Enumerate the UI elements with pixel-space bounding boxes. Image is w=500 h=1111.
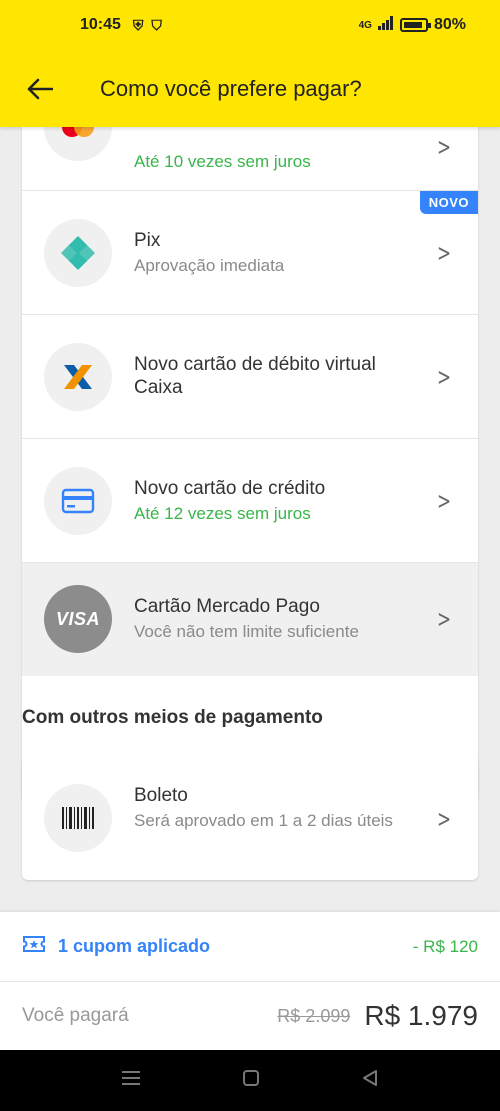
mastercard-icon [44, 127, 112, 161]
page-title: Como você prefere pagar? [100, 75, 362, 101]
payment-methods-card: Até 10 vezes sem juros > NOVO Pix Aprova… [22, 127, 478, 802]
payment-method-caixa[interactable]: Novo cartão de débito virtual Caixa > [22, 315, 478, 439]
total-label: Você pagará [22, 1005, 129, 1026]
coupon-row[interactable]: 1 cupom aplicado - R$ 120 [0, 912, 500, 982]
pix-icon [44, 219, 112, 287]
total-row: Você pagará R$ 2.099 R$ 1.979 [0, 982, 500, 1050]
chevron-right-icon: > [436, 239, 451, 267]
payment-method-mercado-pago-card[interactable]: VISA Cartão Mercado Pago Você não tem li… [22, 563, 478, 676]
method-title: Cartão Mercado Pago [134, 596, 320, 617]
chevron-right-icon: > [436, 363, 451, 391]
chevron-right-icon: > [436, 805, 451, 833]
chevron-right-icon: > [436, 605, 451, 633]
method-subtitle: Será aprovado em 1 a 2 dias úteis [134, 811, 393, 830]
credit-card-icon [44, 467, 112, 535]
other-methods-card: Boleto Será aprovado em 1 a 2 dias úteis… [22, 757, 478, 880]
barcode-icon [44, 784, 112, 852]
new-badge: NOVO [419, 191, 478, 214]
original-price: R$ 2.099 [277, 1005, 351, 1026]
app-header: Como você prefere pagar? [0, 50, 500, 127]
method-subtitle: Até 10 vezes sem juros [134, 152, 311, 171]
chevron-right-icon: > [436, 133, 451, 161]
method-subtitle: Até 12 vezes sem juros [134, 504, 311, 523]
payment-content: Até 10 vezes sem juros > NOVO Pix Aprova… [0, 127, 500, 912]
method-subtitle: Você não tem limite suficiente [134, 622, 359, 641]
caixa-icon [44, 343, 112, 411]
shield-icon: ⛨ [132, 16, 144, 33]
system-navigation-bar [0, 1050, 500, 1111]
back-icon[interactable] [361, 1069, 379, 1092]
home-icon[interactable] [242, 1069, 260, 1092]
final-price: R$ 1.979 [364, 1000, 478, 1031]
signal-icon [377, 15, 394, 35]
network-label: 4G [358, 19, 372, 31]
payment-method-new-credit-card[interactable]: Novo cartão de crédito Até 12 vezes sem … [22, 439, 478, 563]
method-title: Pix [134, 230, 161, 251]
method-title: Novo cartão de débito virtual Caixa [134, 354, 376, 398]
method-subtitle: Aprovação imediata [134, 256, 285, 275]
back-arrow-icon[interactable] [0, 50, 80, 127]
visa-icon: VISA [44, 585, 112, 653]
coupon-label: 1 cupom aplicado [58, 936, 211, 956]
payment-method-mastercard[interactable]: Até 10 vezes sem juros > [22, 127, 478, 191]
status-time: 10:45 [80, 16, 121, 33]
payment-method-pix[interactable]: NOVO Pix Aprovação imediata > [22, 191, 478, 315]
method-title: Boleto [134, 785, 188, 806]
ticket-star-icon [22, 935, 46, 958]
method-title: Novo cartão de crédito [134, 478, 326, 499]
payment-summary: 1 cupom aplicado - R$ 120 Você pagará R$… [0, 912, 500, 1050]
other-methods-title: Com outros meios de pagamento [22, 707, 323, 728]
battery-level: 80% [433, 16, 466, 33]
battery-icon [399, 18, 431, 32]
shield-check-icon: ⛉ [151, 16, 162, 33]
chevron-right-icon: > [436, 487, 451, 515]
payment-method-boleto[interactable]: Boleto Será aprovado em 1 a 2 dias úteis… [22, 757, 478, 880]
menu-icon[interactable] [121, 1070, 141, 1091]
status-bar: 10:45 ⛨ ⛉ 4G 80% [0, 0, 500, 50]
coupon-discount: - R$ 120 [412, 936, 478, 956]
